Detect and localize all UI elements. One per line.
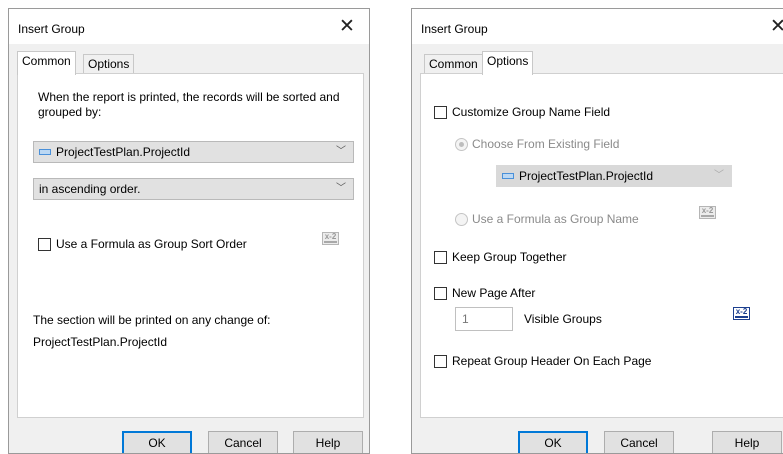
ok-button[interactable]: OK	[122, 431, 192, 453]
instruction-line-2: grouped by:	[38, 105, 102, 119]
keep-group-together-label[interactable]: Keep Group Together	[452, 250, 567, 264]
chevron-down-icon: ﹀	[714, 170, 724, 181]
field-icon	[39, 148, 51, 155]
chevron-down-icon: ﹀	[336, 146, 346, 157]
title-bar: Insert Group ✕	[9, 9, 369, 44]
new-page-after-label[interactable]: New Page After	[452, 286, 535, 300]
new-page-after-checkbox[interactable]	[434, 287, 447, 300]
help-button[interactable]: Help	[712, 431, 782, 453]
keep-group-together-checkbox[interactable]	[434, 251, 447, 264]
close-icon[interactable]: ✕	[333, 16, 361, 40]
customize-group-name-checkbox[interactable]	[434, 106, 447, 119]
insert-group-dialog-options: Insert Group ✕ Common Options Customize …	[411, 8, 783, 454]
visible-groups-label: Visible Groups	[524, 312, 602, 326]
group-by-field-value: ProjectTestPlan.ProjectId	[56, 145, 191, 159]
chevron-down-icon: ﹀	[336, 183, 346, 194]
tab-panel-options: Customize Group Name Field Choose From E…	[420, 73, 783, 418]
existing-field-value: ProjectTestPlan.ProjectId	[519, 169, 654, 183]
formula-sort-label[interactable]: Use a Formula as Group Sort Order	[56, 237, 247, 251]
insert-group-dialog-common: Insert Group ✕ Common Options When the r…	[8, 8, 370, 454]
close-icon[interactable]: ✕	[764, 16, 783, 40]
cancel-button[interactable]: Cancel	[604, 431, 674, 453]
sort-order-select[interactable]: in ascending order. ﹀	[33, 178, 354, 200]
sort-order-value: in ascending order.	[39, 182, 141, 196]
choose-existing-field-label[interactable]: Choose From Existing Field	[472, 137, 619, 151]
formula-icon[interactable]: x-2	[322, 232, 339, 245]
cancel-button[interactable]: Cancel	[208, 431, 278, 453]
formula-icon[interactable]: x-2	[733, 307, 750, 320]
visible-groups-input[interactable]: 1	[455, 307, 513, 331]
formula-sort-checkbox[interactable]	[38, 238, 51, 251]
repeat-group-header-label[interactable]: Repeat Group Header On Each Page	[452, 354, 651, 368]
tab-common[interactable]: Common	[424, 54, 483, 75]
dialog-title: Insert Group	[421, 22, 488, 36]
tab-options[interactable]: Options	[83, 54, 135, 75]
formula-icon[interactable]: x-2	[699, 206, 716, 219]
instruction-text: When the report is printed, the records …	[38, 90, 340, 120]
customize-group-name-label[interactable]: Customize Group Name Field	[452, 105, 610, 119]
help-button[interactable]: Help	[293, 431, 363, 453]
formula-group-name-label[interactable]: Use a Formula as Group Name	[472, 212, 639, 226]
existing-field-select[interactable]: ProjectTestPlan.ProjectId ﹀	[496, 165, 732, 187]
section-note: The section will be printed on any chang…	[33, 309, 270, 353]
section-note-line-1: The section will be printed on any chang…	[33, 313, 271, 327]
instruction-line-1: When the report is printed, the records …	[38, 90, 340, 104]
tab-common[interactable]: Common	[17, 51, 76, 75]
title-bar: Insert Group ✕	[412, 9, 783, 44]
tab-options[interactable]: Options	[482, 51, 534, 75]
field-icon	[502, 172, 514, 179]
group-by-field-select[interactable]: ProjectTestPlan.ProjectId ﹀	[33, 141, 354, 163]
repeat-group-header-checkbox[interactable]	[434, 355, 447, 368]
dialog-title: Insert Group	[18, 22, 85, 36]
choose-existing-field-radio[interactable]	[455, 138, 468, 151]
section-note-field: ProjectTestPlan.ProjectId	[33, 335, 168, 349]
tab-panel-common: When the report is printed, the records …	[17, 73, 364, 418]
formula-group-name-radio[interactable]	[455, 213, 468, 226]
ok-button[interactable]: OK	[518, 431, 588, 453]
